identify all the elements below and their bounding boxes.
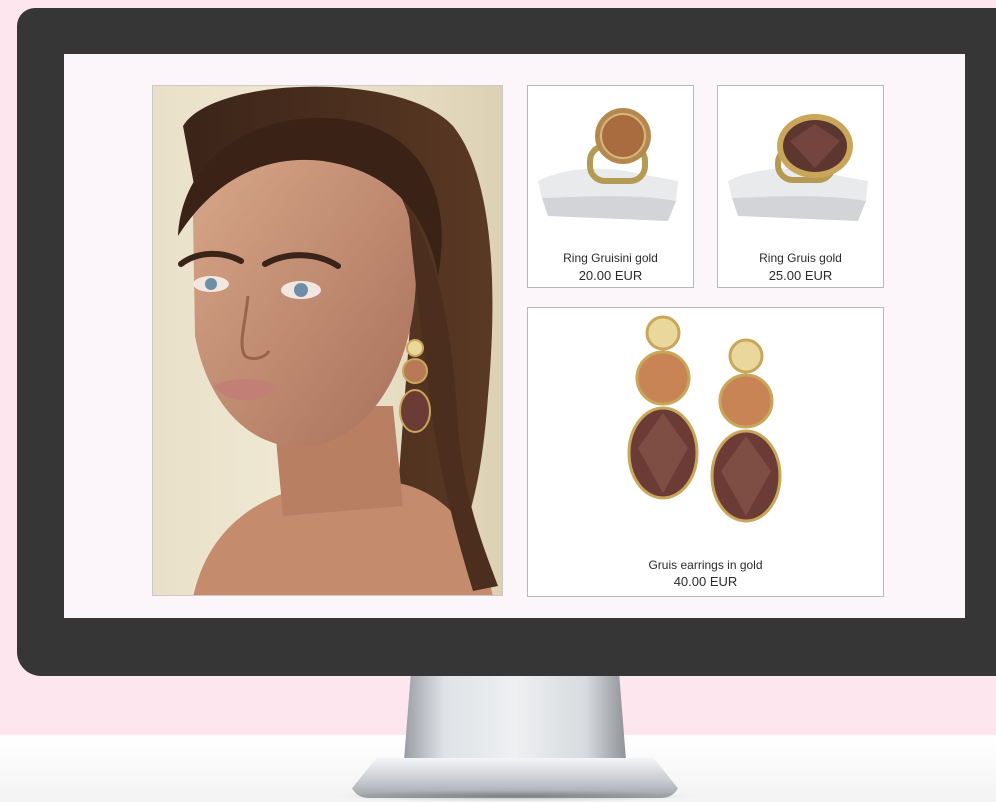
product-name: Ring Gruisini gold — [563, 251, 658, 265]
product-card-ring-gruis[interactable]: Ring Gruis gold 25.00 EUR — [717, 85, 884, 288]
stand-shadow — [330, 790, 700, 802]
gruis-earrings-image — [627, 315, 782, 523]
product-price: 40.00 EUR — [673, 574, 738, 589]
monitor-stand-neck — [404, 676, 626, 760]
model-illustration — [178, 86, 498, 595]
model-photo[interactable] — [152, 85, 503, 596]
product-price: 25.00 EUR — [768, 268, 833, 283]
product-card-ring-gruisini[interactable]: Ring Gruisini gold 20.00 EUR — [527, 85, 694, 288]
product-name: Gruis earrings in gold — [648, 558, 763, 572]
product-price: 20.00 EUR — [578, 268, 643, 283]
product-card-gruis-earrings[interactable]: Gruis earrings in gold 40.00 EUR — [527, 307, 884, 597]
product-name: Ring Gruis gold — [759, 251, 842, 265]
ring-gruisini-image — [538, 108, 678, 221]
ring-gruis-image — [728, 114, 868, 221]
